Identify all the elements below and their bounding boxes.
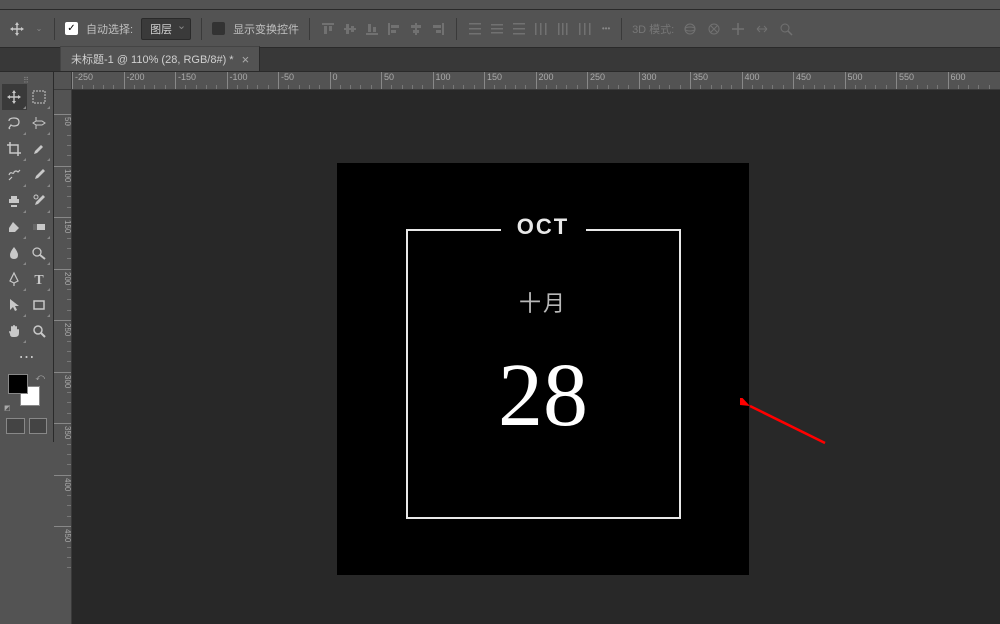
roll-3d-icon[interactable] — [706, 21, 722, 37]
divider — [309, 18, 310, 40]
distribute-hcenter-icon[interactable] — [555, 21, 571, 37]
orbit-3d-icon[interactable] — [682, 21, 698, 37]
path-select-tool[interactable] — [2, 292, 27, 318]
ruler-tick: 350 — [54, 423, 72, 439]
ruler-tick: 550 — [896, 72, 914, 90]
ruler-tick: 500 — [845, 72, 863, 90]
auto-select-checkbox[interactable]: ✓ — [65, 22, 78, 35]
ruler-tick: -50 — [278, 72, 294, 90]
ruler-tick: 250 — [587, 72, 605, 90]
pen-tool[interactable] — [2, 266, 27, 292]
ruler-tick: 150 — [484, 72, 502, 90]
divider — [54, 18, 55, 40]
calendar-month-english: OCT — [338, 214, 748, 240]
rectangle-tool[interactable] — [27, 292, 52, 318]
blur-tool[interactable] — [2, 240, 27, 266]
align-top-icon[interactable] — [320, 21, 336, 37]
marquee-tool[interactable] — [27, 84, 52, 110]
eraser-tool[interactable] — [2, 214, 27, 240]
align-more-dropdown[interactable]: ••• — [601, 24, 611, 33]
align-bottom-icon[interactable] — [364, 21, 380, 37]
align-hcenter-icon[interactable] — [408, 21, 424, 37]
divider — [201, 18, 202, 40]
hand-tool[interactable] — [2, 318, 27, 344]
ruler-origin[interactable] — [54, 72, 72, 90]
tool-panel: ⠿ T ⋯ ⤺ — [0, 72, 54, 442]
ruler-tick: 300 — [54, 372, 72, 388]
crop-tool[interactable] — [2, 136, 27, 162]
ruler-tick: 250 — [54, 320, 72, 336]
close-icon[interactable]: × — [242, 52, 250, 67]
quick-mask-toggle[interactable] — [6, 418, 25, 434]
ruler-tick: 350 — [690, 72, 708, 90]
healing-brush-tool[interactable] — [2, 162, 27, 188]
calendar-month-chinese: 十月 — [338, 286, 748, 318]
ruler-tick: 400 — [54, 475, 72, 491]
tab-title: 未标题-1 @ 110% (28, RGB/8#) * — [71, 51, 234, 67]
show-transform-checkbox[interactable] — [212, 22, 225, 35]
pan-3d-icon[interactable] — [730, 21, 746, 37]
default-colors-icon[interactable]: ◩ — [4, 404, 11, 412]
document-canvas[interactable]: OCT 十月 28 — [338, 164, 748, 574]
calendar-day-number: 28 — [338, 344, 748, 447]
tab-bar: 未标题-1 @ 110% (28, RGB/8#) * × — [0, 48, 1000, 72]
eyedropper-tool[interactable] — [27, 136, 52, 162]
edit-toolbar-button[interactable]: ⋯ — [2, 344, 51, 370]
dodge-tool[interactable] — [27, 240, 52, 266]
ruler-tick: 200 — [54, 269, 72, 285]
ruler-tick: 400 — [742, 72, 760, 90]
brush-tool[interactable] — [27, 162, 52, 188]
mode3d-label: 3D 模式: — [632, 21, 674, 37]
ruler-tick: 600 — [948, 72, 966, 90]
ruler-tick: 200 — [536, 72, 554, 90]
tool-preset-dropdown[interactable]: ⌄ — [34, 24, 44, 33]
distribute-vcenter-icon[interactable] — [489, 21, 505, 37]
align-vcenter-icon[interactable] — [342, 21, 358, 37]
layer-group-select[interactable]: 图层 — [141, 18, 191, 40]
foreground-color[interactable] — [8, 374, 28, 394]
zoom-3d-icon[interactable] — [778, 21, 794, 37]
distribute-top-icon[interactable] — [467, 21, 483, 37]
menu-bar — [0, 0, 1000, 10]
move-tool-icon[interactable] — [8, 20, 26, 38]
show-transform-label: 显示变换控件 — [233, 21, 299, 37]
distribute-icons-group — [467, 21, 593, 37]
ruler-tick: 450 — [793, 72, 811, 90]
ruler-vertical[interactable]: 50100150200250300350400450 — [54, 90, 72, 624]
divider — [621, 18, 622, 40]
ruler-tick: 300 — [639, 72, 657, 90]
clone-stamp-tool[interactable] — [2, 188, 27, 214]
swap-colors-icon[interactable]: ⤺ — [35, 372, 45, 383]
type-tool[interactable]: T — [27, 266, 52, 292]
canvas-workspace[interactable]: OCT 十月 28 — [72, 90, 1000, 624]
history-brush-tool[interactable] — [27, 188, 52, 214]
quick-select-tool[interactable] — [27, 110, 52, 136]
screen-mode-toggle[interactable] — [29, 418, 48, 434]
color-swatch[interactable]: ⤺ ◩ — [2, 370, 51, 414]
panel-grip[interactable]: ⠿ — [2, 76, 51, 84]
distribute-left-icon[interactable] — [533, 21, 549, 37]
zoom-tool[interactable] — [27, 318, 52, 344]
document-tab[interactable]: 未标题-1 @ 110% (28, RGB/8#) * × — [60, 46, 260, 71]
ruler-tick: 100 — [433, 72, 451, 90]
ruler-horizontal[interactable]: -250-200-150-100-50050100150200250300350… — [54, 72, 1000, 90]
align-right-icon[interactable] — [430, 21, 446, 37]
distribute-right-icon[interactable] — [577, 21, 593, 37]
lasso-tool[interactable] — [2, 110, 27, 136]
divider — [456, 18, 457, 40]
align-left-icon[interactable] — [386, 21, 402, 37]
options-bar: ⌄ ✓ 自动选择: 图层 显示变换控件 ••• 3D 模式: — [0, 10, 1000, 48]
ruler-tick: 450 — [54, 526, 72, 542]
ruler-tick: 100 — [54, 166, 72, 182]
ruler-tick: 0 — [330, 72, 338, 90]
move-tool[interactable] — [2, 84, 27, 110]
auto-select-label: 自动选择: — [86, 21, 133, 37]
align-icons-group — [320, 21, 446, 37]
slide-3d-icon[interactable] — [754, 21, 770, 37]
svg-text:T: T — [34, 273, 44, 287]
ruler-tick: 150 — [54, 217, 72, 233]
distribute-bottom-icon[interactable] — [511, 21, 527, 37]
gradient-tool[interactable] — [27, 214, 52, 240]
